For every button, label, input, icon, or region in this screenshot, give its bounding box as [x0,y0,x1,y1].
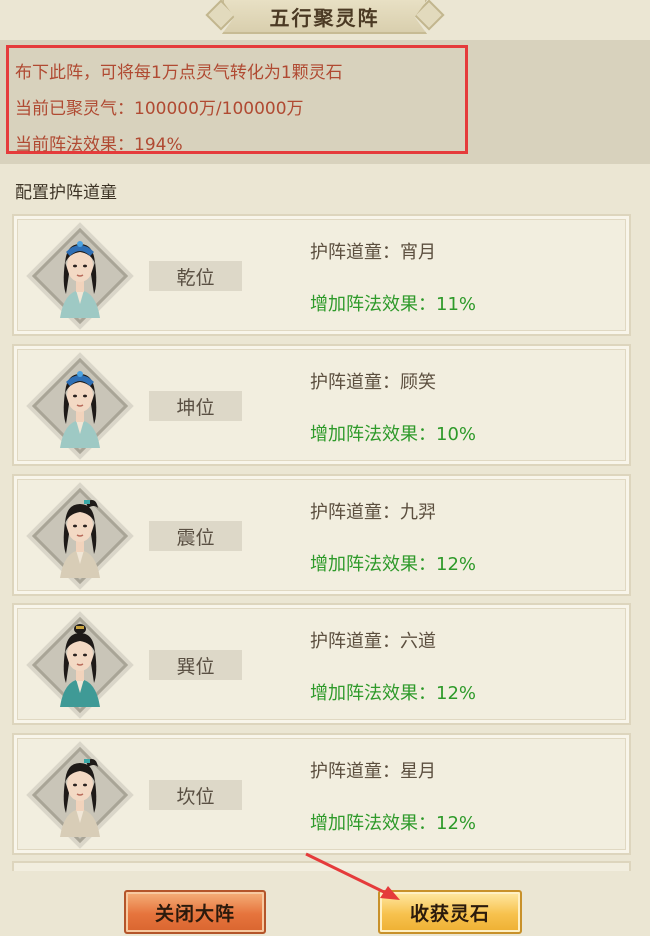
guard-portrait[interactable] [31,746,129,844]
info-effect-text: 当前阵法效果：194% [15,135,183,155]
guard-card[interactable]: 坎位 护阵道童：星月增加阵法效果：12% [12,733,631,855]
page-title: 五行聚灵阵 [222,0,427,34]
guard-portrait[interactable] [31,487,129,585]
avatar [56,753,104,837]
guard-card[interactable]: 乾位 护阵道童：宵月增加阵法效果：11% [12,214,631,336]
guard-portrait[interactable] [31,616,129,714]
effect-bonus: 增加阵法效果：12% [310,554,477,575]
avatar [56,494,104,578]
close-formation-button[interactable]: 关闭大阵 [124,890,266,934]
guard-portrait[interactable] [31,227,129,325]
guard-name: 护阵道童：六道 [310,631,436,652]
avatar [56,364,104,448]
guard-card[interactable]: 巽位 护阵道童：六道增加阵法效果：12% [12,603,631,725]
effect-bonus: 增加阵法效果：12% [310,813,477,834]
guard-name: 护阵道童：宵月 [310,242,436,263]
effect-bonus: 增加阵法效果：12% [310,683,477,704]
guard-name: 护阵道童：顾笑 [310,372,436,393]
title-bar: 五行聚灵阵 [0,0,650,40]
harvest-stones-button[interactable]: 收获灵石 [378,890,522,934]
position-label: 震位 [149,521,242,551]
effect-bonus: 增加阵法效果：11% [310,294,477,315]
info-conversion-text: 布下此阵，可将每1万点灵气转化为1颗灵石 [15,63,343,83]
guard-portrait[interactable] [31,357,129,455]
guard-name: 护阵道童：九羿 [310,502,436,523]
position-label: 坤位 [149,391,242,421]
avatar [56,234,104,318]
effect-bonus: 增加阵法效果：10% [310,424,477,445]
position-label: 巽位 [149,650,242,680]
position-label: 乾位 [149,261,242,291]
list-item-partial [12,861,631,871]
guard-card[interactable]: 坤位 护阵道童：顾笑增加阵法效果：10% [12,344,631,466]
avatar [56,623,104,707]
guard-card[interactable]: 震位 护阵道童：九羿增加阵法效果：12% [12,474,631,596]
info-gathered-text: 当前已聚灵气：100000万/100000万 [15,99,304,119]
guard-name: 护阵道童：星月 [310,761,436,782]
position-label: 坎位 [149,780,242,810]
section-title: 配置护阵道童 [15,183,117,203]
